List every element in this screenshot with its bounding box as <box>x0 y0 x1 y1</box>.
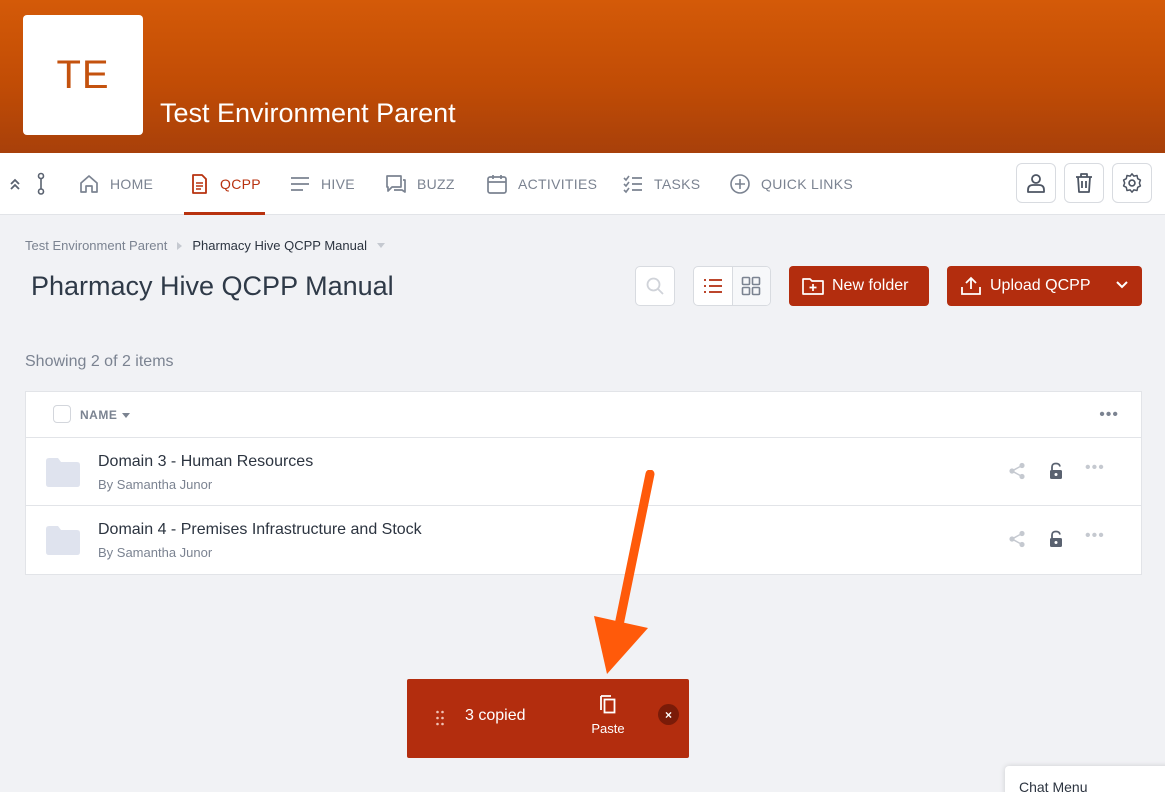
grid-view-button[interactable] <box>731 267 770 305</box>
profile-button[interactable] <box>1016 163 1056 203</box>
new-folder-label: New folder <box>832 277 909 294</box>
breadcrumb-separator-icon <box>177 241 183 250</box>
plus-circle-icon <box>730 174 750 194</box>
nav-item-home[interactable]: HOME <box>78 153 153 215</box>
grid-view-icon <box>742 276 761 296</box>
list-view-icon <box>703 279 722 293</box>
folder-icon <box>46 526 80 555</box>
list-view-button[interactable] <box>694 267 732 305</box>
search-button[interactable] <box>635 266 675 306</box>
org-logo[interactable]: TE <box>23 15 143 135</box>
annotation-arrow-icon <box>594 470 655 674</box>
row-name[interactable]: Domain 3 - Human Resources <box>98 453 313 471</box>
home-icon <box>80 175 98 193</box>
nav-item-activities[interactable]: ACTIVITIES <box>486 153 597 215</box>
drag-handle-icon[interactable] <box>435 709 445 727</box>
paste-icon <box>600 695 616 714</box>
collapse-up-icon[interactable] <box>8 175 22 193</box>
nav-item-tasks[interactable]: TASKS <box>622 153 700 215</box>
share-icon[interactable] <box>1008 462 1026 480</box>
breadcrumb-parent[interactable]: Test Environment Parent <box>25 238 167 253</box>
new-folder-button[interactable]: New folder <box>789 266 929 306</box>
upload-icon <box>961 276 981 295</box>
chevron-down-icon[interactable] <box>1115 278 1129 292</box>
document-icon <box>192 174 207 194</box>
trash-button[interactable] <box>1064 163 1104 203</box>
sort-caret-icon <box>122 412 131 418</box>
page-title: Pharmacy Hive QCPP Manual <box>31 271 394 301</box>
nav-item-label: QUICK LINKS <box>761 176 853 192</box>
row-author: By Samantha Junor <box>98 477 213 492</box>
copied-count: 3 copied <box>465 707 526 724</box>
calendar-icon <box>487 175 507 194</box>
nav-item-buzz[interactable]: BUZZ <box>385 153 455 215</box>
chat-icon <box>386 175 406 193</box>
lines-icon <box>291 177 309 191</box>
nav-item-label: QCPP <box>220 176 261 192</box>
upload-qcpp-label: Upload QCPP <box>990 277 1091 294</box>
folder-plus-icon <box>802 278 824 295</box>
row-author: By Samantha Junor <box>98 545 213 560</box>
breadcrumb: Test Environment Parent Pharmacy Hive QC… <box>25 238 385 253</box>
checklist-icon <box>623 175 642 194</box>
gear-icon <box>1122 173 1142 193</box>
user-icon <box>1027 174 1045 193</box>
chat-menu[interactable]: Chat Menu <box>1005 766 1165 792</box>
column-options-icon[interactable]: ••• <box>1099 406 1119 424</box>
row-more-icon[interactable]: ••• <box>1085 459 1105 477</box>
select-all-checkbox[interactable] <box>53 405 71 423</box>
nav-item-hive[interactable]: HIVE <box>289 153 355 215</box>
nav-item-label: ACTIVITIES <box>518 176 598 192</box>
row-name[interactable]: Domain 4 - Premises Infrastructure and S… <box>98 521 422 539</box>
item-count: Showing 2 of 2 items <box>25 353 174 370</box>
org-header: TE Test Environment Parent <box>0 0 1165 153</box>
search-icon <box>646 277 664 295</box>
nav-item-label: TASKS <box>654 176 701 192</box>
nav-item-label: HIVE <box>321 176 355 192</box>
unlock-icon[interactable] <box>1048 530 1064 548</box>
name-column-label: NAME <box>80 408 118 422</box>
nav-item-label: HOME <box>110 176 154 192</box>
pin-icon[interactable] <box>34 172 48 196</box>
row-more-icon[interactable]: ••• <box>1085 527 1105 545</box>
paste-label: Paste <box>591 721 625 736</box>
view-toggle <box>693 266 771 306</box>
breadcrumb-current: Pharmacy Hive QCPP Manual <box>192 238 367 253</box>
upload-qcpp-button[interactable]: Upload QCPP <box>947 266 1142 306</box>
folder-icon <box>46 458 80 487</box>
nav-item-qcpp[interactable]: QCPP <box>184 153 265 215</box>
close-icon[interactable]: × <box>658 704 679 725</box>
trash-icon <box>1076 173 1092 193</box>
clipboard-bar: 3 copied Paste × <box>407 679 689 758</box>
settings-button[interactable] <box>1112 163 1152 203</box>
name-column-header[interactable]: NAME <box>80 408 131 422</box>
table-header: NAME ••• <box>26 392 1141 438</box>
breadcrumb-dropdown-icon[interactable] <box>376 243 385 248</box>
main-nav: HOME QCPP HIVE BUZZ ACTIVITIES TASKS QUI… <box>0 153 1165 215</box>
share-icon[interactable] <box>1008 530 1026 548</box>
nav-item-quick-links[interactable]: QUICK LINKS <box>729 153 853 215</box>
paste-button[interactable]: Paste <box>585 693 631 736</box>
nav-item-label: BUZZ <box>417 176 455 192</box>
org-title: Test Environment Parent <box>160 98 456 128</box>
unlock-icon[interactable] <box>1048 462 1064 480</box>
